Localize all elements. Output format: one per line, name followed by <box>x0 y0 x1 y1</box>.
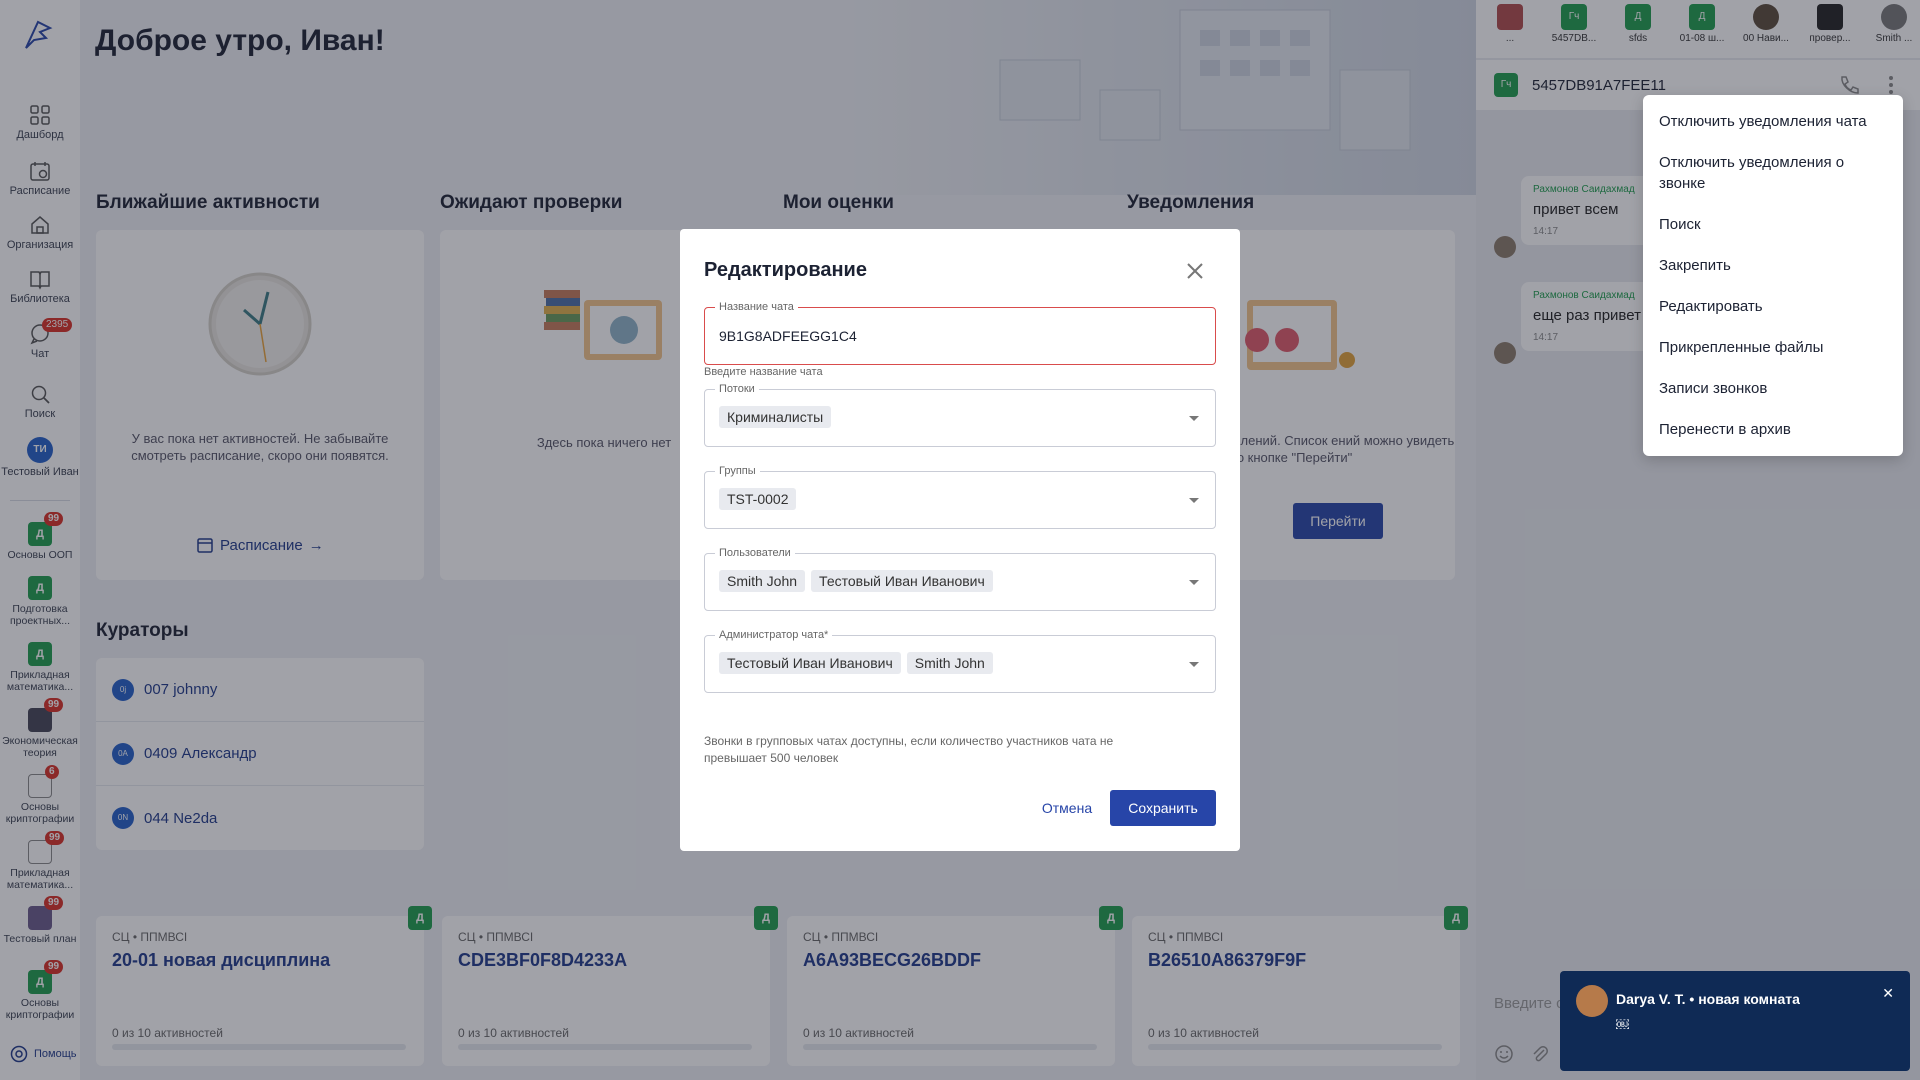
menu-item-archive[interactable]: Перенести в архив <box>1643 409 1903 450</box>
calls-note: Звонки в групповых чатах доступны, если … <box>704 734 1114 765</box>
save-button[interactable]: Сохранить <box>1110 790 1216 826</box>
user-chip[interactable]: Тестовый Иван Иванович <box>811 570 993 592</box>
users-select[interactable]: Пользователи Smith John Тестовый Иван Ив… <box>704 547 1216 611</box>
chat-name-helper: Введите название чата <box>704 366 823 378</box>
menu-item-mute-chat[interactable]: Отключить уведомления чата <box>1643 101 1903 142</box>
users-label: Пользователи <box>715 547 795 559</box>
menu-item-pin[interactable]: Закрепить <box>1643 245 1903 286</box>
stream-chip[interactable]: Криминалисты <box>719 406 832 428</box>
admin-select[interactable]: Администратор чата* Тестовый Иван Иванов… <box>704 629 1216 693</box>
toast-title: Darya V. T. • новая комната <box>1616 991 1800 1007</box>
menu-item-mute-calls[interactable]: Отключить уведомления о звонке <box>1643 142 1903 204</box>
close-icon[interactable] <box>1185 261 1205 281</box>
notification-toast[interactable]: Darya V. T. • новая комната ￼ ✕ <box>1560 971 1910 1071</box>
streams-select[interactable]: Потоки Криминалисты <box>704 383 1216 447</box>
streams-label: Потоки <box>715 383 759 395</box>
chat-context-menu: Отключить уведомления чата Отключить уве… <box>1643 95 1903 456</box>
toast-body: ￼ <box>1616 1017 1629 1032</box>
menu-item-attached-files[interactable]: Прикрепленные файлы <box>1643 327 1903 368</box>
close-icon[interactable]: ✕ <box>1882 985 1894 1002</box>
admin-chip[interactable]: Smith John <box>906 652 993 674</box>
chevron-down-icon[interactable] <box>1189 580 1199 585</box>
menu-item-edit[interactable]: Редактировать <box>1643 286 1903 327</box>
admin-label: Администратор чата* <box>715 629 833 641</box>
chat-name-field[interactable]: Название чата 9B1G8ADFEEGG1C4 <box>704 301 1216 365</box>
modal-title: Редактирование <box>704 259 867 281</box>
admin-chip[interactable]: Тестовый Иван Иванович <box>719 652 901 674</box>
chevron-down-icon[interactable] <box>1189 416 1199 421</box>
edit-chat-modal: Редактирование Название чата 9B1G8ADFEEG… <box>680 229 1240 851</box>
menu-item-call-records[interactable]: Записи звонков <box>1643 368 1903 409</box>
cancel-button[interactable]: Отмена <box>1032 790 1102 826</box>
app: Дашборд Расписание Организация Библиотек… <box>0 0 1920 1080</box>
user-chip[interactable]: Smith John <box>719 570 806 592</box>
chevron-down-icon[interactable] <box>1189 662 1199 667</box>
menu-item-search[interactable]: Поиск <box>1643 204 1903 245</box>
chat-name-value: 9B1G8ADFEEGG1C4 <box>719 328 857 344</box>
groups-select[interactable]: Группы TST-0002 <box>704 465 1216 529</box>
chat-name-label: Название чата <box>715 301 798 313</box>
group-chip[interactable]: TST-0002 <box>719 488 797 510</box>
avatar <box>1576 985 1608 1017</box>
chevron-down-icon[interactable] <box>1189 498 1199 503</box>
groups-label: Группы <box>715 465 760 477</box>
